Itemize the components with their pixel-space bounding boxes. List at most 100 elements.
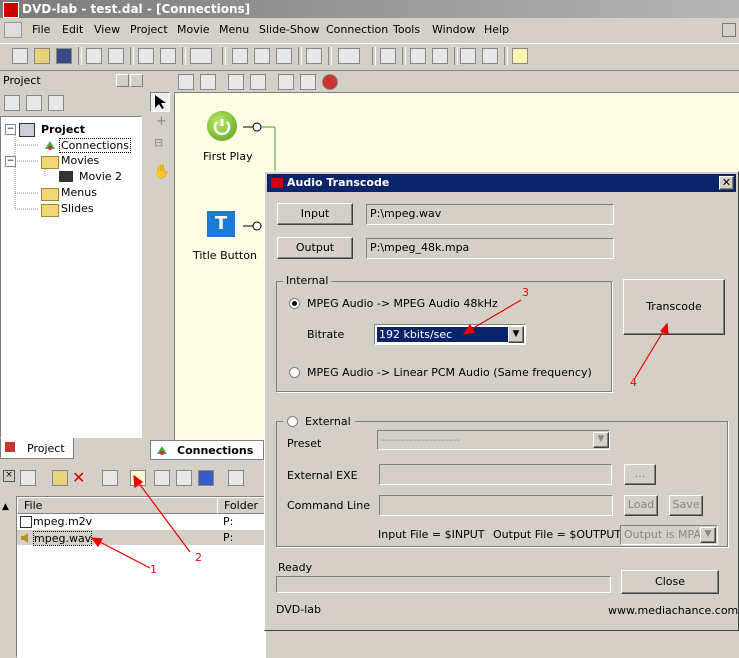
- audio-transcode-icon[interactable]: [130, 470, 146, 486]
- paste-icon[interactable]: [108, 48, 124, 64]
- dialog-close-icon[interactable]: ✕: [719, 176, 734, 190]
- tree-movies[interactable]: Movies: [61, 154, 99, 167]
- menu-tools[interactable]: Tools: [393, 23, 420, 36]
- files-header-file[interactable]: File: [17, 497, 219, 514]
- wand-icon[interactable]: [338, 48, 360, 64]
- files-tvf-icon[interactable]: [198, 470, 214, 486]
- table-row[interactable]: mpeg.m2v P:: [17, 514, 265, 529]
- new-project-icon[interactable]: [4, 95, 20, 111]
- zoom-in-icon[interactable]: [460, 48, 476, 64]
- zoom-out-icon[interactable]: [482, 48, 498, 64]
- copy-icon[interactable]: [86, 48, 102, 64]
- panel-pin-icon[interactable]: [116, 74, 129, 87]
- link-tool-icon[interactable]: ⊟: [154, 136, 163, 149]
- transcode-button[interactable]: Transcode: [623, 279, 725, 335]
- output-type-select[interactable]: Output is MPA ▼: [620, 525, 718, 545]
- title-button-icon[interactable]: T: [207, 211, 235, 237]
- preview-icon[interactable]: [278, 74, 294, 90]
- window-title: DVD-lab - test.dal - [Connections]: [22, 2, 251, 16]
- files-delete-icon[interactable]: ✕: [72, 468, 85, 487]
- files-header-folder[interactable]: Folder: [217, 497, 267, 514]
- collapse-icon[interactable]: −: [5, 124, 16, 135]
- hand-tool-icon[interactable]: ✋: [153, 164, 170, 180]
- add-item-icon[interactable]: [26, 95, 42, 111]
- new-icon[interactable]: [12, 48, 28, 64]
- binoculars-icon[interactable]: [276, 48, 292, 64]
- dialog-title: Audio Transcode: [287, 176, 390, 189]
- add-tool-icon[interactable]: +: [156, 114, 167, 129]
- view-mode-icon[interactable]: [190, 48, 212, 64]
- command-line-field[interactable]: [379, 495, 613, 516]
- save-button[interactable]: Save: [669, 495, 703, 516]
- tree-movie2[interactable]: Movie 2: [79, 170, 122, 183]
- help-icon[interactable]: [512, 48, 528, 64]
- tree-connections[interactable]: Connections: [59, 138, 131, 153]
- connection-icon[interactable]: [232, 48, 248, 64]
- connect-b-icon[interactable]: [250, 74, 266, 90]
- menu-connection[interactable]: Connection: [326, 23, 388, 36]
- grid-icon[interactable]: [178, 74, 194, 90]
- option-pcm-radio[interactable]: [289, 367, 300, 378]
- project-toolbar: [0, 91, 144, 115]
- link-icon[interactable]: [200, 74, 216, 90]
- input-path-field[interactable]: P:\mpeg.wav: [366, 204, 614, 225]
- files-open-icon[interactable]: [52, 470, 68, 486]
- star-icon[interactable]: [48, 95, 64, 111]
- redo-icon[interactable]: [160, 48, 176, 64]
- crop-icon[interactable]: [432, 48, 448, 64]
- preset-chevron-icon[interactable]: ▼: [593, 432, 609, 448]
- browse-button[interactable]: ...: [624, 464, 656, 485]
- close-button[interactable]: Close: [621, 570, 719, 594]
- chevron-down-icon[interactable]: ▼: [508, 326, 524, 343]
- menu-edit[interactable]: Edit: [62, 23, 83, 36]
- tree-slides[interactable]: Slides: [61, 202, 94, 215]
- color-icon[interactable]: [322, 74, 338, 90]
- external-radio[interactable]: [287, 416, 298, 427]
- menu-view[interactable]: View: [94, 23, 120, 36]
- output-button[interactable]: Output: [277, 237, 353, 259]
- files-copy-icon[interactable]: [102, 470, 118, 486]
- menu-window[interactable]: Window: [432, 23, 475, 36]
- tree-project[interactable]: Project: [41, 123, 85, 136]
- project-tab[interactable]: Project: [0, 438, 74, 459]
- burn-icon[interactable]: [254, 48, 270, 64]
- files-grid-icon[interactable]: [228, 470, 244, 486]
- pointer-tool-icon[interactable]: [150, 92, 170, 112]
- menu-movie[interactable]: Movie: [177, 23, 210, 36]
- select-icon[interactable]: [410, 48, 426, 64]
- input-button[interactable]: Input: [277, 203, 353, 225]
- menu-slideshow[interactable]: Slide-Show: [259, 23, 320, 36]
- output-path-field[interactable]: P:\mpeg_48k.mpa: [366, 238, 614, 259]
- panel-close-icon[interactable]: [130, 74, 143, 87]
- files-glasses-icon[interactable]: [176, 470, 192, 486]
- open-folder-icon[interactable]: [34, 48, 50, 64]
- preset-select[interactable]: -------------------- ▼: [377, 430, 610, 450]
- mdi-close-icon[interactable]: [722, 23, 736, 37]
- files-bars-icon[interactable]: [154, 470, 170, 486]
- menu-menu[interactable]: Menu: [219, 23, 249, 36]
- bitrate-select[interactable]: 192 kbits/sec ▼: [374, 324, 526, 345]
- fx-icon[interactable]: [380, 48, 396, 64]
- menu-file[interactable]: File: [32, 23, 50, 36]
- scroll-up-icon[interactable]: ▲: [2, 502, 9, 512]
- undo-icon[interactable]: [138, 48, 154, 64]
- exe-field[interactable]: [379, 464, 612, 485]
- collapse-movies-icon[interactable]: −: [5, 156, 16, 167]
- table-row[interactable]: mpeg.wav P:: [17, 530, 265, 546]
- load-button[interactable]: Load: [624, 495, 658, 516]
- tree-menus[interactable]: Menus: [61, 186, 97, 199]
- option-mpeg48-radio[interactable]: [289, 298, 300, 309]
- connections-tab[interactable]: Connections: [150, 440, 264, 460]
- files-close-icon[interactable]: ×: [3, 470, 15, 482]
- menu-help[interactable]: Help: [484, 23, 509, 36]
- connect-a-icon[interactable]: [228, 74, 244, 90]
- files-panel: × ✕ File Folder mpeg.m2v P: mpeg.wav P: …: [0, 462, 267, 658]
- files-view-icon[interactable]: [20, 470, 36, 486]
- numbering-icon[interactable]: [300, 74, 316, 90]
- first-play-icon[interactable]: [207, 111, 237, 141]
- project-tab-icon: [5, 442, 15, 452]
- download-icon[interactable]: [306, 48, 322, 64]
- menu-project[interactable]: Project: [130, 23, 168, 36]
- output-type-chevron-icon[interactable]: ▼: [700, 527, 716, 543]
- save-icon[interactable]: [56, 48, 72, 64]
